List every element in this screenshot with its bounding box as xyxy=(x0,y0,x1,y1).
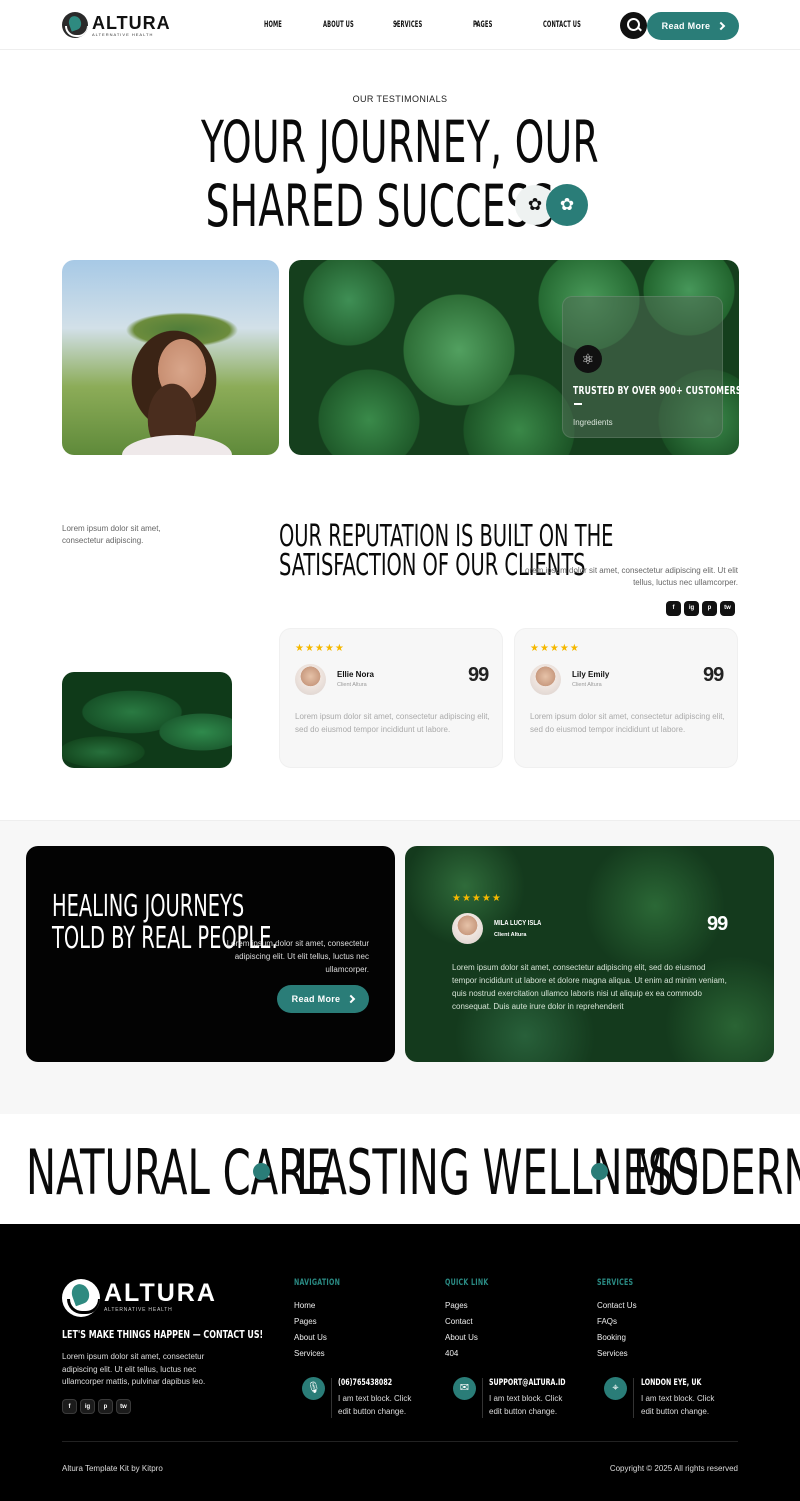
flower-icon: ✿ xyxy=(546,184,588,226)
footer-link[interactable]: Services xyxy=(597,1349,628,1358)
featured-role: Client Altura xyxy=(494,932,527,938)
footer-col-title-services: SERVICES xyxy=(597,1278,634,1288)
contact-text: I am text block. Click edit button chang… xyxy=(338,1394,412,1416)
testimonial-role: Client Altura xyxy=(337,682,367,688)
featured-name: MILA LUCY ISLA xyxy=(494,920,542,927)
overlay-divider xyxy=(574,403,582,405)
marquee-band: NATURAL CARE LASTING WELLNESS MODERN WE xyxy=(0,1116,800,1224)
featured-testimonial-card xyxy=(405,846,774,1062)
contact-text: I am text block. Click edit button chang… xyxy=(489,1394,563,1416)
footer-divider xyxy=(62,1441,738,1442)
footer-link[interactable]: FAQs xyxy=(597,1317,617,1326)
instagram-icon[interactable]: ig xyxy=(684,601,699,616)
testimonial-role: Client Altura xyxy=(572,682,602,688)
logo-mark-icon[interactable] xyxy=(62,1279,100,1317)
avatar xyxy=(295,664,326,695)
footer-link[interactable]: Pages xyxy=(294,1317,317,1326)
reputation-desc: Lorem ipsum dolor sit amet, consectetur … xyxy=(520,566,738,587)
footer-link[interactable]: About Us xyxy=(445,1333,478,1342)
healing-read-more-label: Read More xyxy=(291,994,341,1004)
star-rating: ★★★★★ xyxy=(295,643,345,654)
instagram-icon[interactable]: ig xyxy=(80,1399,95,1414)
search-icon[interactable] xyxy=(620,12,647,39)
footer-logo-subtitle: ALTERNATIVE HEALTH xyxy=(104,1307,173,1313)
bullet-dot xyxy=(591,1163,608,1180)
contact-phone[interactable]: (06)765438082 xyxy=(338,1378,392,1388)
footer-link[interactable]: Booking xyxy=(597,1333,626,1342)
facebook-icon[interactable]: f xyxy=(62,1399,77,1414)
site-header: ALTURA ALTERNATIVE HEALTH HOME ABOUT US … xyxy=(0,0,800,50)
footer-social-links: f ig p tw xyxy=(62,1399,131,1414)
twitter-icon[interactable]: tw xyxy=(116,1399,131,1414)
logo-subtitle: ALTERNATIVE HEALTH xyxy=(92,31,154,37)
quote-icon: 99 xyxy=(468,664,489,686)
section-eyebrow: OUR TESTIMONIALS xyxy=(352,94,448,104)
reputation-side-text: Lorem ipsum dolor sit amet, consectetur … xyxy=(62,524,161,545)
hero-title-line1: YOUR JOURNEY, OUR xyxy=(201,108,599,176)
chevron-right-icon xyxy=(717,21,726,31)
footer-link[interactable]: Contact xyxy=(445,1317,473,1326)
leaf-image xyxy=(62,672,232,768)
chevron-down-icon: ▾ xyxy=(475,20,478,28)
healing-read-more-button[interactable]: Read More xyxy=(277,985,369,1013)
footer-link[interactable]: Home xyxy=(294,1301,315,1310)
testimonial-text: Lorem ipsum dolor sit amet, consectetur … xyxy=(295,712,490,734)
microphone-icon: 🎙 xyxy=(302,1377,325,1400)
location-pin-icon: ⌖ xyxy=(604,1377,627,1400)
logo-name: ALTURA xyxy=(92,12,171,33)
contact-location[interactable]: LONDON EYE, UK xyxy=(641,1378,701,1388)
footer-link[interactable]: Services xyxy=(294,1349,325,1358)
featured-text: Lorem ipsum dolor sit amet, consectetur … xyxy=(452,963,727,1011)
chevron-right-icon xyxy=(347,994,356,1004)
footer-link[interactable]: Contact Us xyxy=(597,1301,637,1310)
contact-text: I am text block. Click edit button chang… xyxy=(641,1394,715,1416)
healing-desc: Lorem ipsum dolor sit amet, consectetur … xyxy=(226,939,369,974)
testimonial-name: Lily Emily xyxy=(572,670,610,679)
star-rating: ★★★★★ xyxy=(530,643,580,654)
footer-col-title-quick-link: QUICK LINK xyxy=(445,1278,489,1288)
divider xyxy=(331,1378,332,1418)
chevron-down-icon: ▾ xyxy=(395,20,398,28)
marquee-item: MODERN WE xyxy=(633,1136,800,1209)
footer-tagline: LET'S MAKE THINGS HAPPEN — CONTACT US! xyxy=(62,1328,264,1341)
footer-link[interactable]: Pages xyxy=(445,1301,468,1310)
overlay-subtitle: Ingredients xyxy=(573,418,613,427)
footer-credit[interactable]: Altura Template Kit by Kitpro xyxy=(62,1464,163,1473)
logo[interactable]: ALTURA ALTERNATIVE HEALTH xyxy=(62,12,171,38)
twitter-icon[interactable]: tw xyxy=(720,601,735,616)
testimonial-name: Ellie Nora xyxy=(337,670,374,679)
logo-mark-icon xyxy=(62,12,88,38)
pinterest-icon[interactable]: p xyxy=(98,1399,113,1414)
avatar xyxy=(452,913,483,944)
overlay-title: TRUSTED BY OVER 900+ CUSTOMERS xyxy=(573,384,742,397)
header-read-more-button[interactable]: Read More xyxy=(647,12,739,40)
footer-link[interactable]: About Us xyxy=(294,1333,327,1342)
social-links: f ig p tw xyxy=(666,601,735,616)
marquee-item: NATURAL CARE xyxy=(26,1136,332,1209)
divider xyxy=(482,1378,483,1418)
footer-copyright: Copyright © 2025 All rights reserved xyxy=(609,1464,738,1473)
avatar xyxy=(530,664,561,695)
footer-link[interactable]: 404 xyxy=(445,1349,458,1358)
quote-icon: 99 xyxy=(707,913,728,935)
quote-icon: 99 xyxy=(703,664,724,686)
bullet-dot xyxy=(253,1163,270,1180)
testimonial-text: Lorem ipsum dolor sit amet, consectetur … xyxy=(530,712,725,734)
contact-email[interactable]: SUPPORT@ALTURA.ID xyxy=(489,1378,566,1388)
pinterest-icon[interactable]: p xyxy=(702,601,717,616)
facebook-icon[interactable]: f xyxy=(666,601,681,616)
footer-logo-name[interactable]: ALTURA xyxy=(104,1281,217,1306)
woman-flower-crown-image xyxy=(62,260,279,455)
mail-icon: ✉ xyxy=(453,1377,476,1400)
divider xyxy=(633,1378,634,1418)
atom-icon: ⚛ xyxy=(574,345,602,373)
footer-desc: Lorem ipsum dolor sit amet, consectetur … xyxy=(62,1352,206,1386)
star-rating: ★★★★★ xyxy=(452,893,502,904)
header-read-more-label: Read More xyxy=(661,21,711,31)
footer-col-title-navigation: NAVIGATION xyxy=(294,1278,341,1288)
